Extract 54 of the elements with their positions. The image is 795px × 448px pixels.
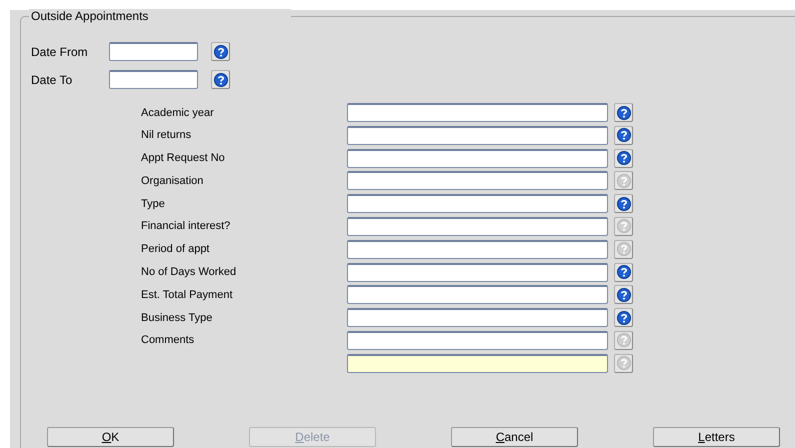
action-button[interactable]: Letters [653, 427, 780, 447]
input-field[interactable] [347, 330, 608, 350]
field-label: Organisation [141, 174, 204, 187]
help-icon [616, 265, 630, 280]
help-icon [616, 242, 630, 256]
help-button[interactable] [614, 194, 633, 214]
input-field[interactable] [347, 262, 608, 282]
group-title: Outside Appointments [29, 9, 292, 24]
field-label: Period of appt [141, 243, 210, 256]
field-label: Est. Total Payment [141, 288, 234, 301]
input-field[interactable] [347, 148, 608, 168]
help-icon [214, 44, 228, 58]
help-icon [616, 288, 630, 302]
help-icon [616, 356, 630, 370]
help-icon [616, 106, 630, 120]
field-label: Date From [31, 44, 89, 58]
input-field[interactable] [347, 308, 608, 328]
help-button[interactable] [211, 70, 230, 89]
action-button[interactable]: Cancel [451, 427, 578, 447]
help-button[interactable] [614, 148, 633, 168]
input-field[interactable] [347, 103, 608, 122]
help-icon [616, 196, 630, 211]
input-field[interactable] [347, 194, 608, 214]
input-field[interactable] [347, 126, 608, 145]
input-field[interactable] [347, 354, 608, 373]
field-label: Type [141, 198, 166, 210]
help-button[interactable] [614, 308, 633, 328]
help-icon [616, 174, 630, 188]
help-icon [616, 333, 630, 348]
field-label: Business Type [141, 312, 214, 324]
help-button[interactable] [614, 103, 633, 122]
field-label: No of Days Worked [141, 266, 238, 278]
help-button[interactable] [614, 285, 633, 304]
help-icon [214, 72, 228, 86]
field-label: Date To [31, 72, 74, 86]
field-label: Comments [141, 334, 196, 346]
field-label: Appt Request No [141, 152, 226, 164]
input-field[interactable] [347, 285, 608, 304]
field-label: Nil returns [141, 129, 192, 142]
action-button[interactable]: OK [47, 427, 174, 447]
help-icon [616, 151, 630, 166]
input-field[interactable] [347, 240, 608, 259]
date-field[interactable] [109, 42, 198, 61]
help-icon [616, 219, 630, 234]
help-button[interactable] [614, 262, 633, 282]
input-field[interactable] [347, 216, 608, 236]
help-icon [616, 128, 630, 142]
help-icon [616, 310, 630, 325]
input-field[interactable] [347, 171, 608, 190]
help-button[interactable] [614, 126, 633, 145]
date-field[interactable] [109, 70, 198, 89]
help-button[interactable] [211, 42, 230, 61]
field-label: Financial interest? [141, 220, 232, 232]
field-label: Academic year [141, 106, 215, 118]
